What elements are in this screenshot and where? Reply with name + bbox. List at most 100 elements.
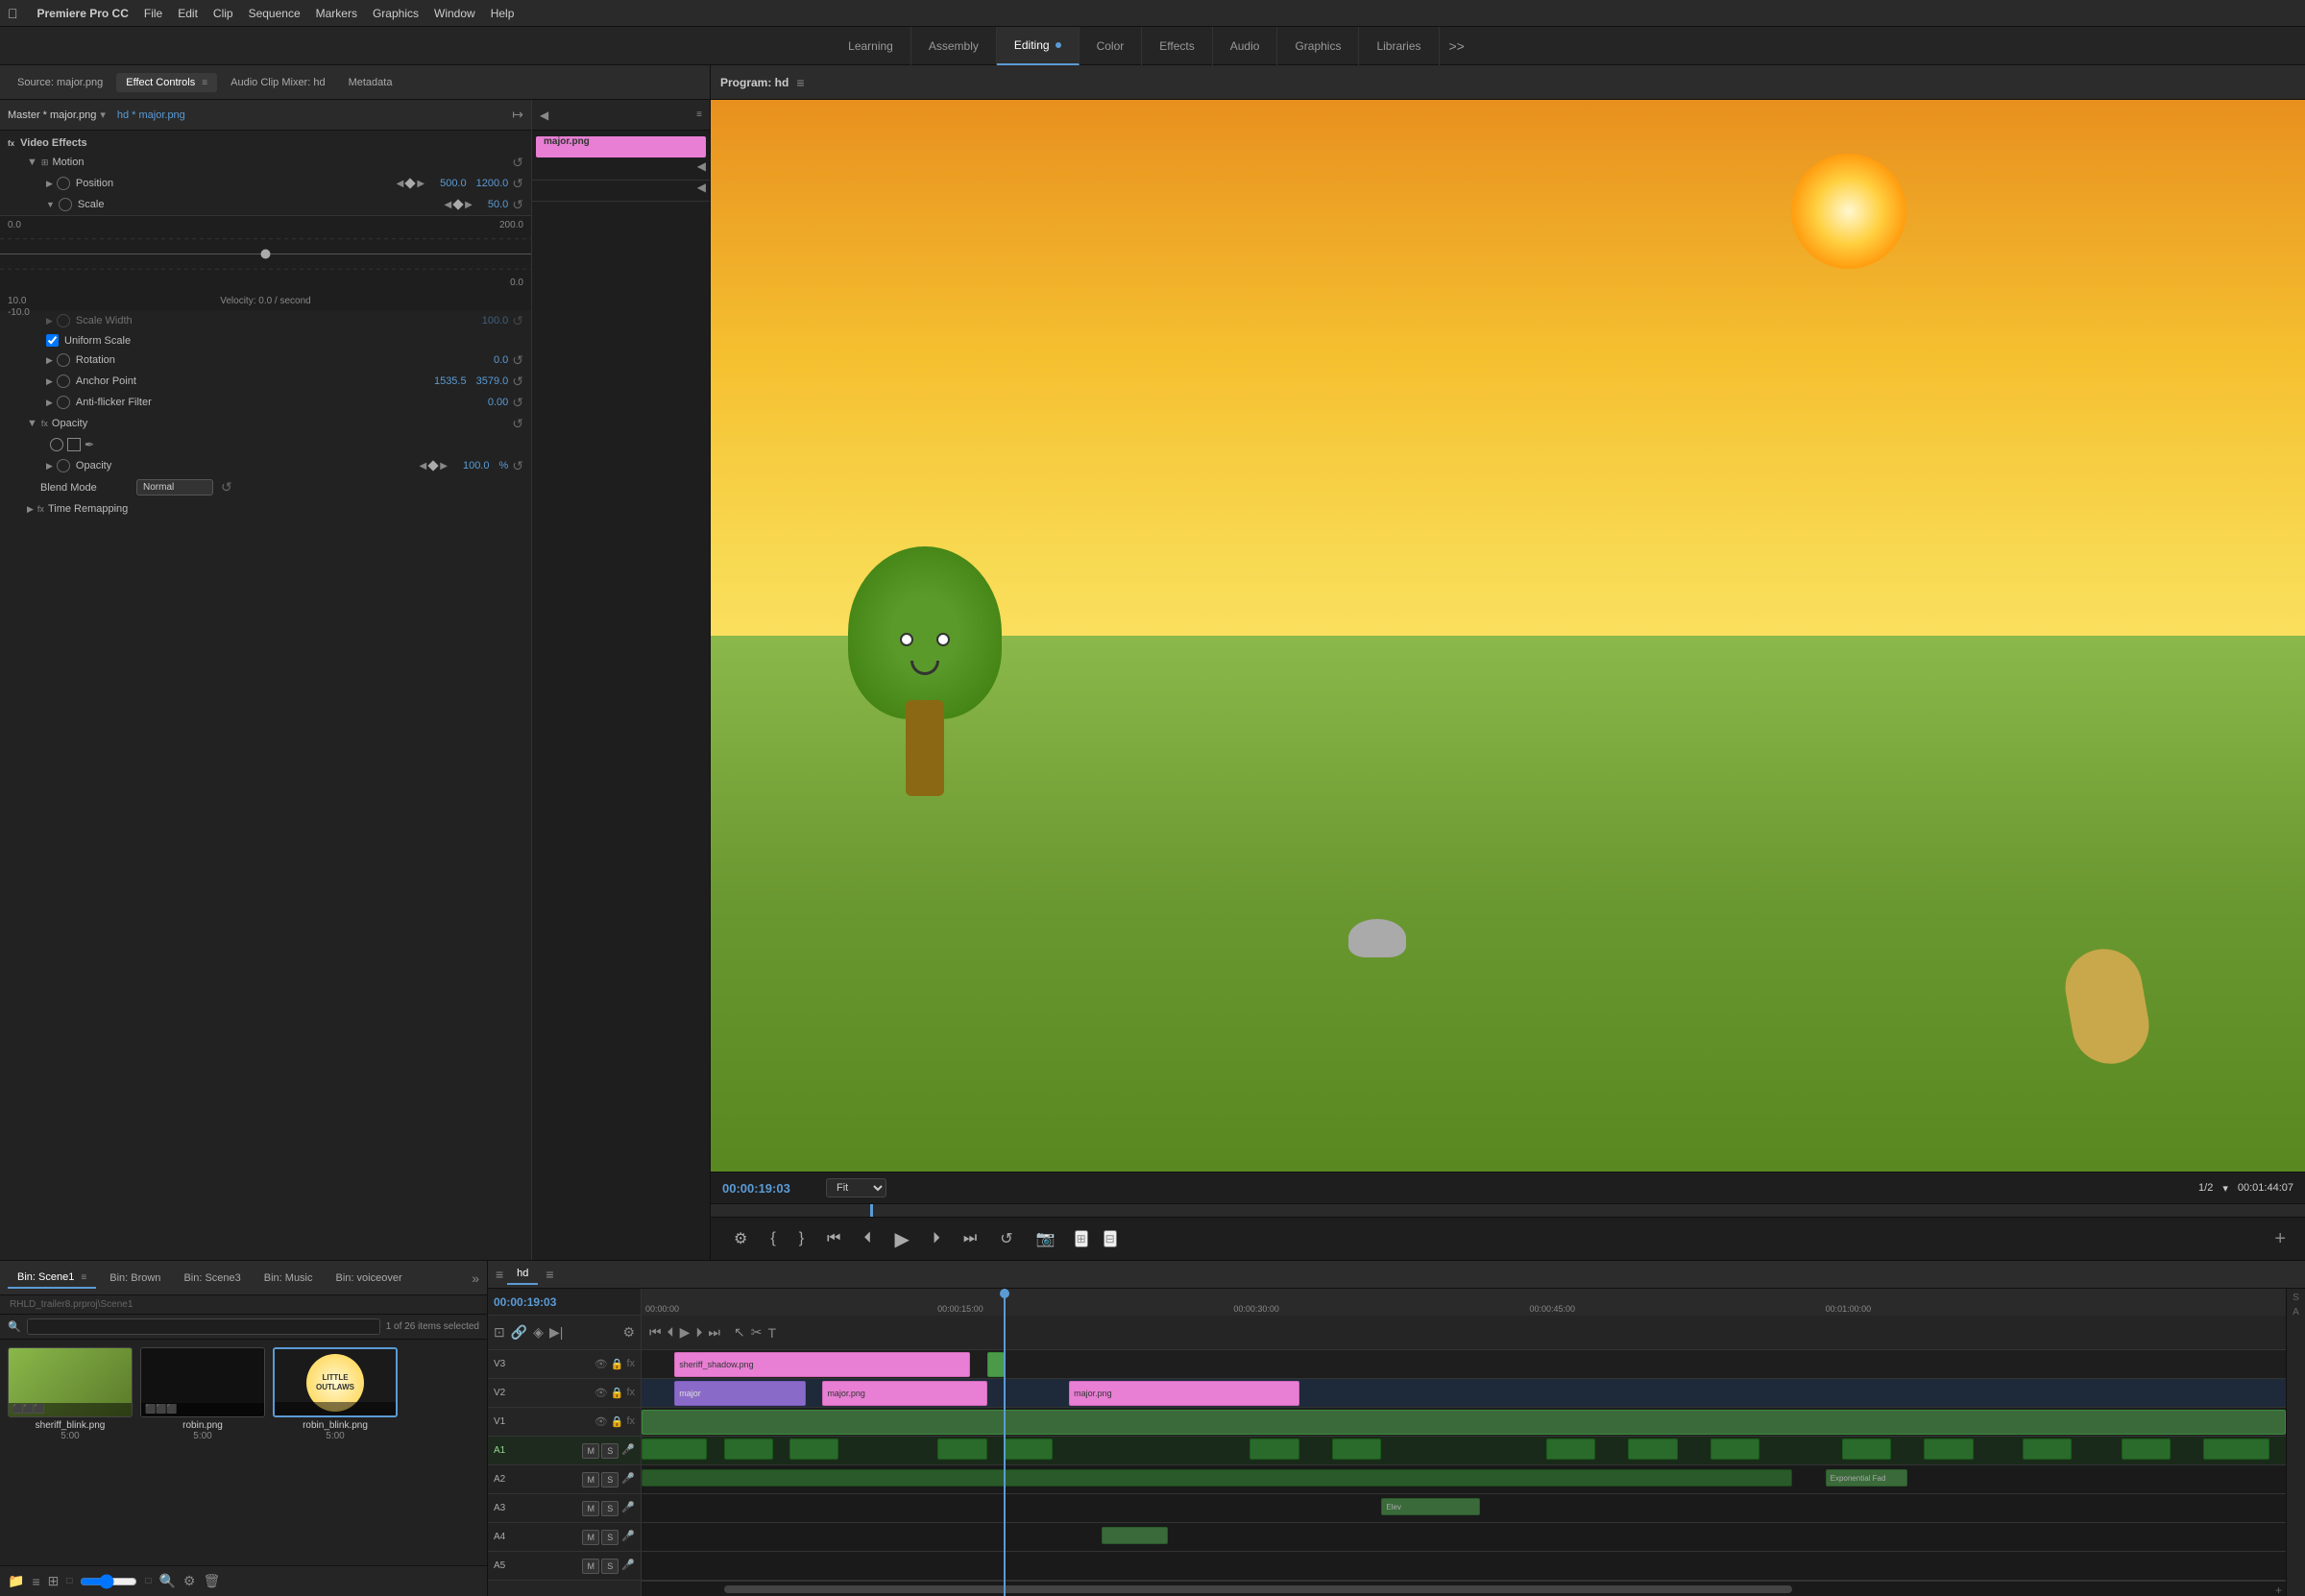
opacity-section[interactable]: ▼ fx Opacity ↺ (0, 413, 531, 434)
tl-a1-clip3[interactable] (789, 1439, 838, 1460)
monitor-btn-mark-in[interactable]: { (766, 1226, 779, 1251)
monitor-timecode-in[interactable]: 00:00:19:03 (722, 1181, 818, 1196)
tl-a4-mic[interactable]: 🎤 (621, 1530, 635, 1545)
tl-btn-add-marker[interactable]: ◈ (533, 1324, 544, 1341)
anchor-x[interactable]: 1535.5 (434, 375, 467, 387)
scrub-playhead[interactable] (870, 1204, 873, 1217)
tl-a1-clip14[interactable] (2122, 1439, 2171, 1460)
uniform-scale-checkbox[interactable] (46, 334, 59, 347)
menu-graphics[interactable]: Graphics (373, 7, 419, 20)
tl-btn-play-tl[interactable]: ▶ (680, 1324, 691, 1341)
monitor-btn-settings[interactable]: ⚙ (730, 1225, 751, 1252)
tl-clip-major1[interactable]: major (674, 1381, 806, 1406)
tl-btn-step-back-tl[interactable]: ⏴ (667, 1324, 674, 1341)
motion-property[interactable]: ▼ ⊞ Motion ↺ (0, 152, 531, 173)
media-item-robin[interactable]: ⬛⬛⬛ robin.png 5:00 (140, 1347, 265, 1441)
uniform-scale-row[interactable]: Uniform Scale (0, 331, 531, 350)
panel-tab-metadata[interactable]: Metadata (339, 73, 402, 92)
scale-toggle[interactable]: ▼ (46, 200, 55, 209)
scale-property[interactable]: ▼ Scale ◀ ▶ 50.0 ↺ (0, 194, 531, 215)
op-kf-next[interactable]: ▶ (440, 461, 448, 472)
tl-clip-major2[interactable]: major.png (822, 1381, 986, 1406)
tl-tool-select[interactable]: ↖ (734, 1324, 745, 1341)
menu-markers[interactable]: Markers (316, 7, 357, 20)
scale-kf-prev[interactable]: ◀ (444, 200, 451, 210)
tl-tool-razor[interactable]: ✂ (751, 1324, 763, 1341)
af-toggle[interactable]: ▶ (46, 398, 53, 408)
master-dropdown-icon[interactable]: ▾ (100, 109, 106, 121)
monitor-btn-export-frame[interactable]: 📷 (1032, 1225, 1059, 1252)
tl-v3-fx[interactable]: fx (626, 1358, 635, 1370)
tl-v2-fx[interactable]: fx (626, 1387, 635, 1399)
tl-add-track-btn[interactable]: + (2275, 1584, 2282, 1596)
ec-tl-arrow-left[interactable]: ◀ (540, 109, 548, 122)
source-new-bin-btn[interactable]: 📁 (8, 1573, 24, 1589)
tl-a1-clip8[interactable] (1546, 1439, 1595, 1460)
source-tabs-more[interactable]: » (472, 1270, 479, 1286)
tl-a5-track-row[interactable] (642, 1552, 2286, 1581)
sw-reset[interactable]: ↺ (512, 313, 523, 329)
monitor-add-btn[interactable]: + (2274, 1228, 2286, 1250)
source-list-view-btn[interactable]: ≡ (32, 1574, 39, 1589)
tl-btn-step-forward-tl[interactable]: ⏵ (695, 1324, 702, 1341)
blend-mode-select[interactable]: Normal Dissolve Multiply Screen (136, 479, 213, 496)
time-remapping-property[interactable]: ▶ fx Time Remapping (0, 498, 531, 520)
monitor-btn-loop[interactable]: ↺ (996, 1225, 1016, 1252)
monitor-btn-insert[interactable]: ⊞ (1075, 1230, 1088, 1247)
tl-a2-m-btn[interactable]: M (582, 1472, 599, 1487)
position-kf-prev[interactable]: ◀ (397, 179, 404, 189)
tl-v3-lock[interactable]: 🔒 (611, 1358, 624, 1370)
tl-v1-clip1[interactable] (642, 1410, 2286, 1435)
effect-controls-menu-icon[interactable]: ≡ (202, 78, 207, 88)
tl-v1-eye[interactable]: 👁 (594, 1415, 608, 1428)
tl-v3-track-row[interactable]: sheriff_shadow.png (642, 1350, 2286, 1379)
tl-scrollbar-thumb[interactable] (724, 1585, 1793, 1593)
tl-btn-goto-end-tl[interactable]: ⏭ (708, 1324, 720, 1341)
opacity-section-reset[interactable]: ↺ (512, 416, 523, 432)
workspace-more-btn[interactable]: >> (1440, 38, 1474, 54)
monitor-btn-goto-end[interactable]: ⏭ (959, 1226, 981, 1251)
opacity-square-tool[interactable] (67, 438, 81, 451)
tl-clip-sheriff-shadow[interactable]: sheriff_shadow.png (674, 1352, 970, 1377)
anchor-property[interactable]: ▶ Anchor Point 1535.5 3579.0 ↺ (0, 371, 531, 392)
motion-reset[interactable]: ↺ (512, 155, 523, 171)
menu-clip[interactable]: Clip (213, 7, 233, 20)
monitor-btn-goto-start[interactable]: ⏮ (823, 1226, 844, 1251)
tab-assembly[interactable]: Assembly (911, 27, 997, 65)
source-search-input[interactable] (27, 1318, 380, 1335)
monitor-scrub-bar[interactable] (711, 1204, 2305, 1218)
tl-a5-mic[interactable]: 🎤 (621, 1559, 635, 1574)
tl-a3-s-btn[interactable]: S (601, 1501, 619, 1516)
source-delete-btn[interactable]: 🗑 (203, 1573, 220, 1589)
tl-btn-goto-start[interactable]: ⏮ (649, 1324, 662, 1341)
tl-a1-clip5[interactable] (1004, 1439, 1053, 1460)
tl-v1-fx[interactable]: fx (626, 1415, 635, 1428)
position-property[interactable]: ▶ Position ◀ ▶ 500.0 1200.0 ↺ (0, 173, 531, 194)
opacity-pen-tool[interactable]: ✒ (85, 438, 98, 451)
monitor-btn-play[interactable]: ▶ (890, 1223, 912, 1255)
opacity-toggle[interactable]: ▼ (27, 418, 37, 429)
tl-a1-clip9[interactable] (1628, 1439, 1677, 1460)
tl-clip-major3[interactable]: major.png (1069, 1381, 1299, 1406)
tl-btn-snap[interactable]: ⊡ (494, 1324, 505, 1341)
source-tab-voiceover[interactable]: Bin: voiceover (327, 1269, 412, 1288)
position-x-value[interactable]: 500.0 (440, 178, 467, 189)
dropdown-icon[interactable]: ▾ (2222, 1182, 2228, 1195)
tl-a5-m-btn[interactable]: M (582, 1559, 599, 1574)
source-tab-scene3[interactable]: Bin: Scene3 (174, 1269, 250, 1288)
rot-toggle[interactable]: ▶ (46, 355, 53, 366)
panel-tab-audio-clip-mixer[interactable]: Audio Clip Mixer: hd (221, 73, 334, 92)
tl-ruler[interactable]: 00:00:00 00:00:15:00 00:00:30:00 00:00:4… (642, 1289, 2286, 1349)
scale-kf-next[interactable]: ▶ (465, 200, 473, 210)
tl-btn-link[interactable]: 🔗 (511, 1324, 527, 1341)
monitor-btn-step-forward[interactable]: ⏵ (929, 1226, 944, 1251)
tl-a2-mic[interactable]: 🎤 (621, 1472, 635, 1487)
tl-timecode-display[interactable]: 00:00:19:03 (494, 1295, 556, 1309)
anti-flicker-property[interactable]: ▶ Anti-flicker Filter 0.00 ↺ (0, 392, 531, 413)
monitor-video[interactable] (711, 100, 2305, 1172)
tl-a1-clip7[interactable] (1332, 1439, 1381, 1460)
op-kf-add[interactable] (428, 460, 439, 471)
source-tab-scene1[interactable]: Bin: Scene1 ≡ (8, 1268, 96, 1289)
rot-value[interactable]: 0.0 (494, 354, 508, 366)
opacity-circle-tool[interactable] (50, 438, 63, 451)
